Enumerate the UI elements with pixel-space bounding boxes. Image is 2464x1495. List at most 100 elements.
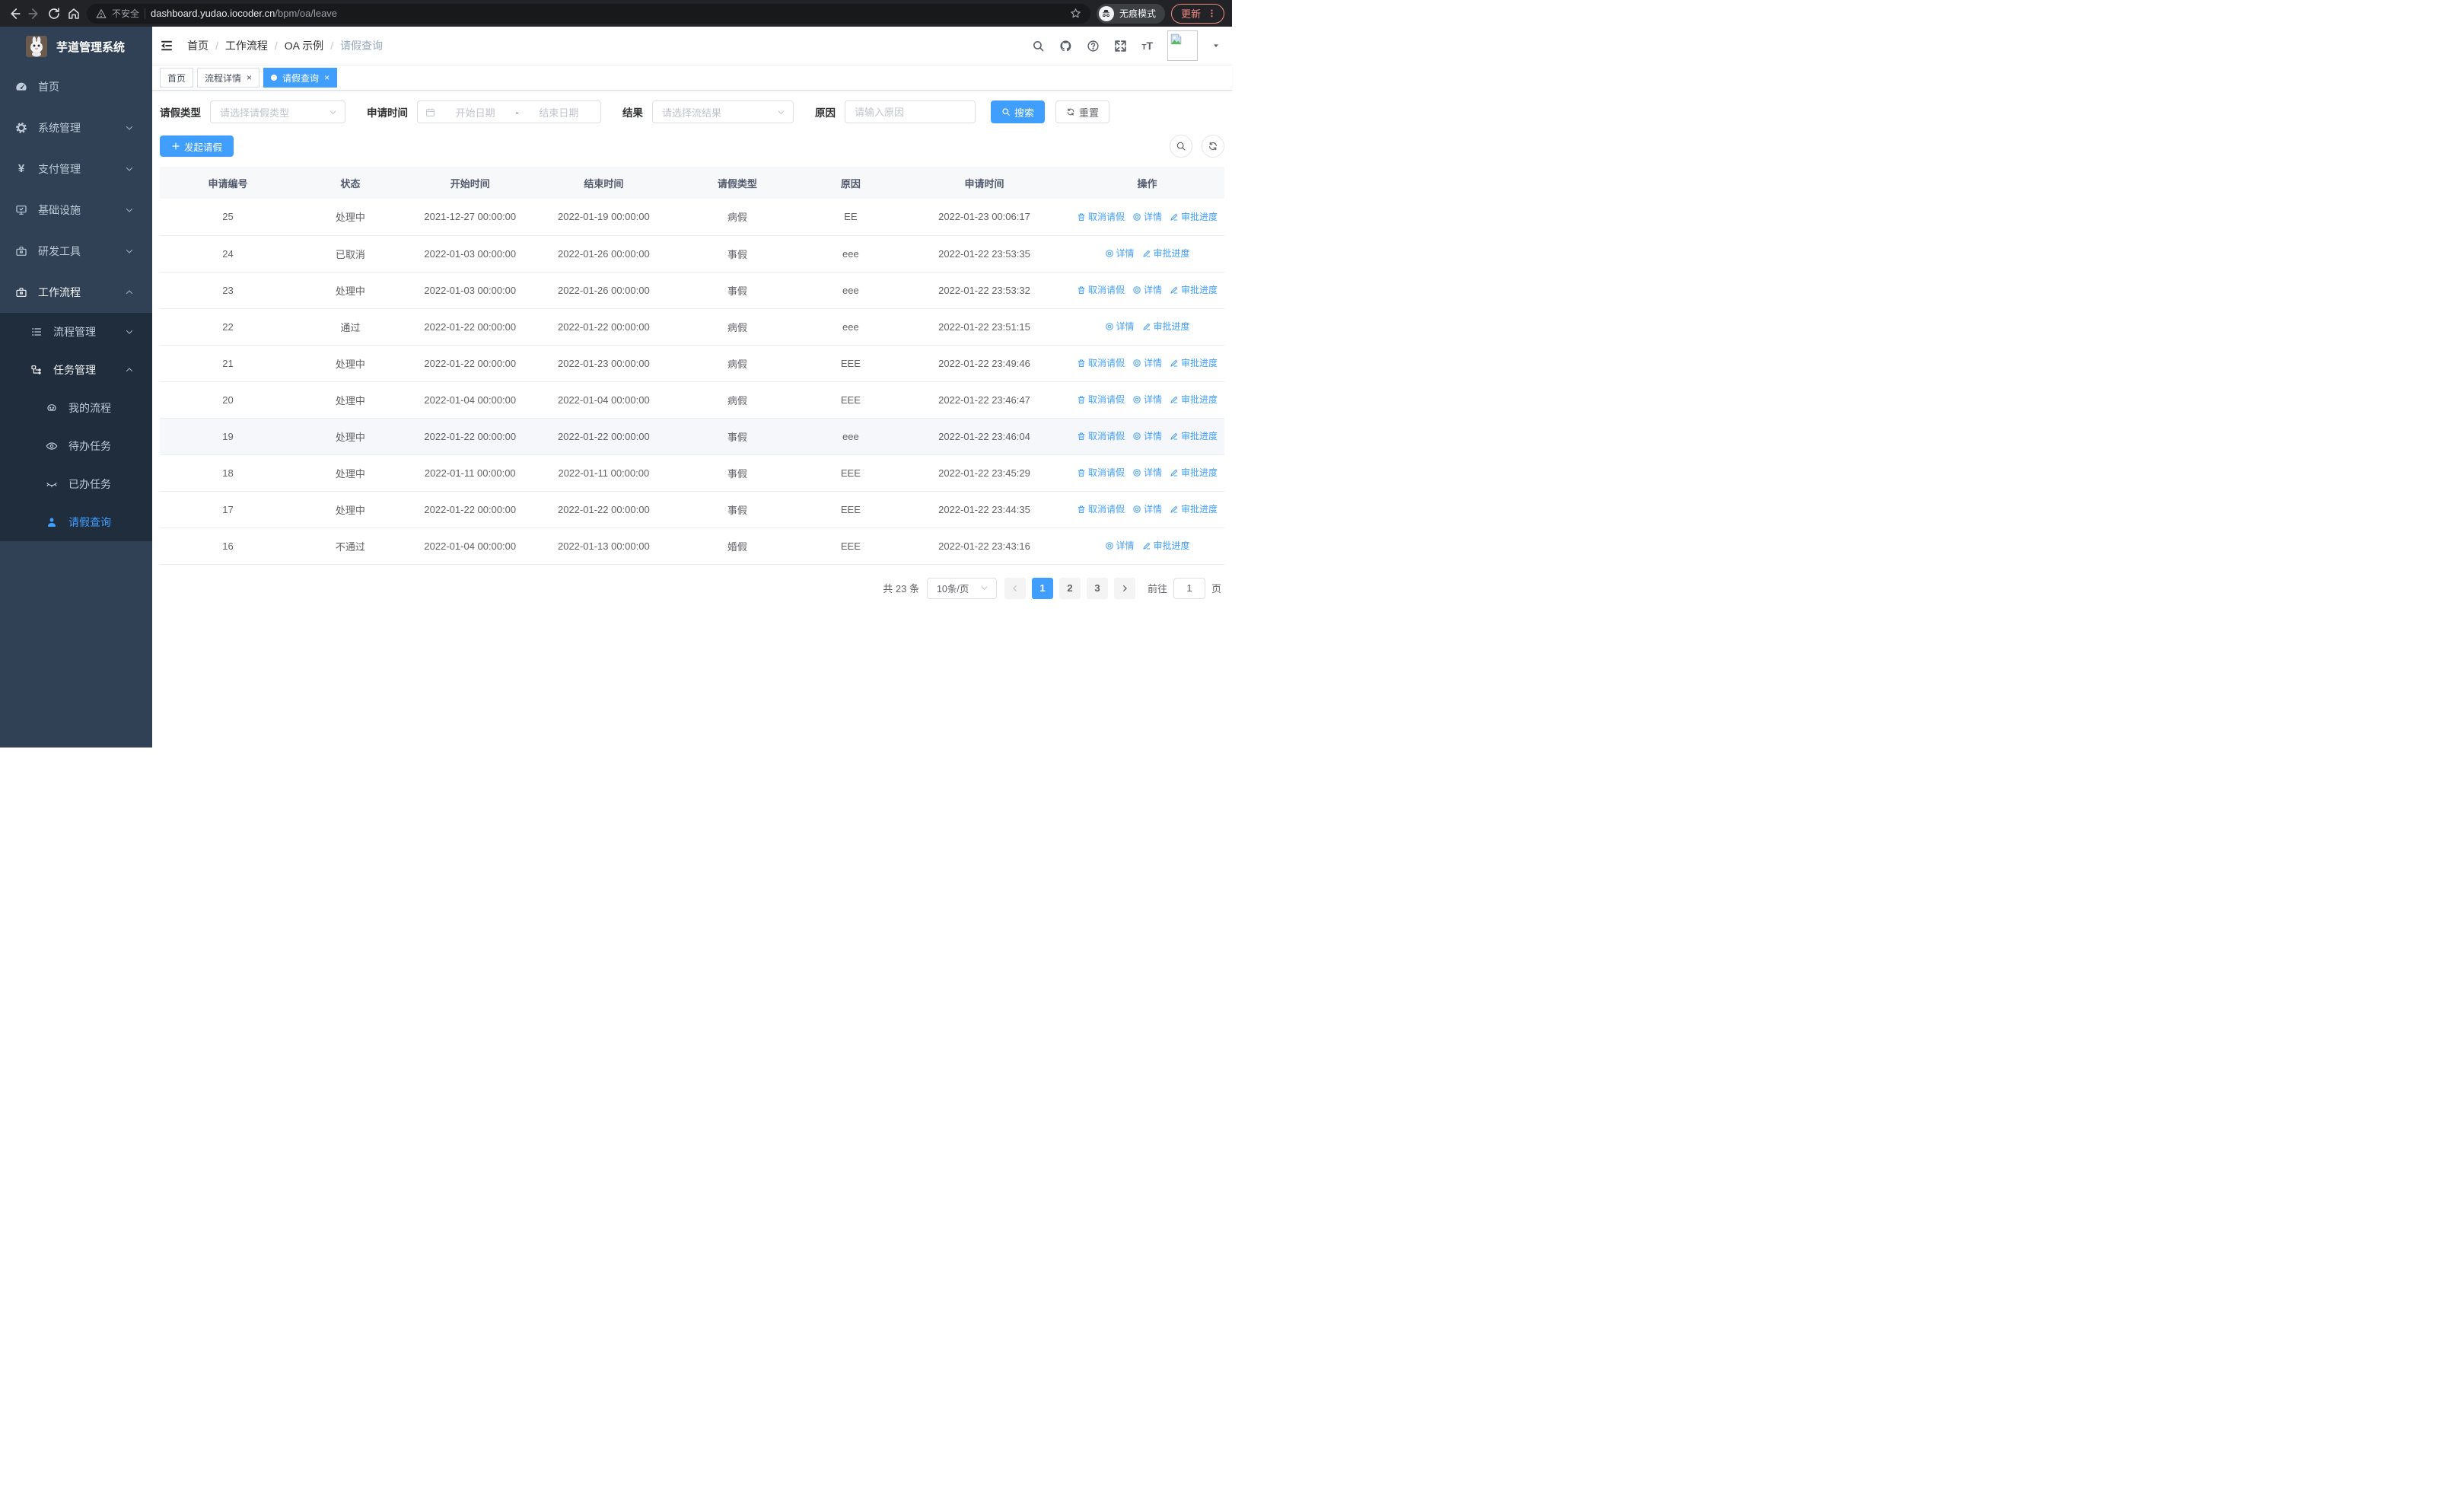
monitor-icon — [16, 206, 27, 215]
breadcrumb-home[interactable]: 首页 — [187, 38, 209, 53]
fullscreen-icon[interactable] — [1114, 40, 1127, 53]
browser-update-button[interactable]: 更新 — [1170, 3, 1224, 24]
table-row: 22 通过 2022-01-22 00:00:00 2022-01-22 00:00:… — [160, 308, 1224, 346]
create-leave-label: 发起请假 — [184, 142, 223, 153]
reason-input[interactable] — [855, 106, 966, 118]
cancel-leave-link[interactable]: 取消请假 — [1077, 356, 1125, 369]
close-icon[interactable]: × — [247, 73, 252, 82]
result-select[interactable]: 请选择流结果 — [652, 100, 794, 123]
approval-progress-link[interactable]: 审批进度 — [1142, 247, 1190, 260]
approval-progress-link[interactable]: 审批进度 — [1142, 320, 1190, 333]
search-button[interactable]: 搜索 — [991, 100, 1046, 123]
browser-menu-icon[interactable] — [1207, 8, 1217, 18]
cancel-leave-link[interactable]: 取消请假 — [1077, 393, 1125, 406]
sidebar-item-done-tasks[interactable]: 已办任务 — [0, 465, 152, 503]
page-size-select[interactable]: 10条/页 — [926, 577, 997, 599]
sidebar-item-my-process[interactable]: 我的流程 — [0, 389, 152, 427]
detail-link[interactable]: 详情 — [1132, 466, 1162, 479]
approval-progress-link[interactable]: 审批进度 — [1170, 502, 1218, 515]
approval-progress-link[interactable]: 审批进度 — [1170, 429, 1218, 442]
reason-input-wrap — [845, 100, 976, 123]
cancel-leave-link[interactable]: 取消请假 — [1077, 502, 1125, 515]
detail-link[interactable]: 详情 — [1132, 429, 1162, 442]
page-button-2[interactable]: 2 — [1059, 577, 1081, 599]
caret-down-icon[interactable] — [1212, 42, 1220, 49]
reload-icon[interactable] — [47, 7, 61, 21]
approval-progress-link[interactable]: 审批进度 — [1170, 466, 1218, 479]
filter-form: 请假类型 请选择请假类型 申请时间 开始日期 - 结束日期 结果 请选择流结果 … — [160, 100, 1224, 123]
tab-process-detail[interactable]: 流程详情 × — [197, 68, 260, 88]
next-page-button[interactable] — [1113, 577, 1135, 599]
app-logo-row[interactable]: 芋道管理系统 — [0, 27, 152, 66]
detail-link[interactable]: 详情 — [1105, 247, 1135, 260]
cell-reason: EEE — [802, 381, 899, 419]
toggle-search-button[interactable] — [1170, 135, 1192, 158]
sidebar-item-process-mgmt[interactable]: 流程管理 — [0, 313, 152, 351]
sidebar-item-task-mgmt[interactable]: 任务管理 — [0, 351, 152, 389]
cell-type: 婚假 — [671, 528, 803, 565]
col-actions: 操作 — [1070, 167, 1224, 199]
cell-start: 2022-01-22 00:00:00 — [404, 308, 536, 346]
cancel-leave-link[interactable]: 取消请假 — [1077, 429, 1125, 442]
approval-progress-link[interactable]: 审批进度 — [1170, 356, 1218, 369]
reset-button[interactable]: 重置 — [1055, 100, 1110, 123]
detail-link[interactable]: 详情 — [1132, 210, 1162, 223]
cancel-leave-link[interactable]: 取消请假 — [1077, 210, 1125, 223]
home-icon[interactable] — [67, 7, 81, 21]
help-icon[interactable] — [1087, 40, 1100, 53]
tab-leave-query[interactable]: 请假查询 × — [263, 68, 338, 88]
goto-page-input[interactable] — [1173, 577, 1205, 599]
url-bar[interactable]: 不安全 dashboard.yudao.iocoder.cn/bpm/oa/le… — [87, 3, 1090, 24]
detail-link[interactable]: 详情 — [1105, 320, 1135, 333]
avatar[interactable] — [1167, 30, 1198, 61]
create-leave-button[interactable]: 发起请假 — [160, 135, 234, 157]
sidebar-item-devtools[interactable]: 研发工具 — [0, 231, 152, 272]
sidebar-item-infra[interactable]: 基础设施 — [0, 190, 152, 231]
bookmark-star-icon[interactable] — [1070, 8, 1081, 19]
url-text[interactable]: dashboard.yudao.iocoder.cn/bpm/oa/leave — [151, 8, 337, 19]
workflow-submenu: 流程管理 任务管理 我的流程 待办任务 已办任务 请假查询 — [0, 313, 152, 541]
github-icon[interactable] — [1059, 40, 1072, 53]
search-button-label: 搜索 — [1014, 107, 1035, 119]
approval-progress-link[interactable]: 审批进度 — [1170, 210, 1218, 223]
breadcrumb-workflow[interactable]: 工作流程 — [225, 38, 268, 53]
table-row: 17 处理中 2022-01-22 00:00:00 2022-01-22 00:00… — [160, 491, 1224, 528]
tab-home[interactable]: 首页 — [160, 68, 194, 88]
approval-progress-link[interactable]: 审批进度 — [1170, 393, 1218, 406]
sidebar-item-system[interactable]: 系统管理 — [0, 107, 152, 148]
sidebar-item-label: 已办任务 — [68, 478, 111, 490]
pen-icon — [1170, 359, 1178, 367]
refresh-table-button[interactable] — [1202, 135, 1224, 158]
approval-progress-link[interactable]: 审批进度 — [1142, 539, 1190, 552]
page-button-3[interactable]: 3 — [1086, 577, 1108, 599]
cancel-leave-link[interactable]: 取消请假 — [1077, 283, 1125, 296]
font-size-icon[interactable]: TT — [1141, 40, 1153, 52]
cell-id: 22 — [160, 308, 297, 346]
forward-icon[interactable] — [27, 7, 41, 21]
approval-progress-link[interactable]: 审批进度 — [1170, 283, 1218, 296]
sidebar-item-home[interactable]: 首页 — [0, 66, 152, 107]
detail-link[interactable]: 详情 — [1132, 393, 1162, 406]
detail-link[interactable]: 详情 — [1132, 502, 1162, 515]
sidebar-item-leave-query[interactable]: 请假查询 — [0, 503, 152, 541]
sidebar-item-workflow[interactable]: 工作流程 — [0, 272, 152, 313]
detail-link[interactable]: 详情 — [1132, 283, 1162, 296]
back-icon[interactable] — [8, 7, 21, 21]
apply-time-range-picker[interactable]: 开始日期 - 结束日期 — [417, 100, 601, 123]
security-label[interactable]: 不安全 — [112, 7, 139, 20]
prev-page-button[interactable] — [1004, 577, 1026, 599]
detail-link[interactable]: 详情 — [1132, 356, 1162, 369]
close-icon[interactable]: × — [324, 73, 329, 82]
cell-applied: 2022-01-22 23:46:04 — [898, 418, 1071, 455]
sidebar-collapse-icon[interactable] — [160, 39, 173, 53]
detail-link[interactable]: 详情 — [1105, 539, 1135, 552]
sidebar-item-payment[interactable]: ¥ 支付管理 — [0, 148, 152, 190]
cancel-leave-link[interactable]: 取消请假 — [1077, 466, 1125, 479]
sidebar-item-label: 研发工具 — [38, 245, 81, 257]
breadcrumb-oa[interactable]: OA 示例 — [285, 38, 323, 53]
leave-type-select[interactable]: 请选择请假类型 — [210, 100, 345, 123]
sidebar-item-todo-tasks[interactable]: 待办任务 — [0, 427, 152, 465]
page-button-1[interactable]: 1 — [1031, 577, 1053, 599]
search-icon[interactable] — [1032, 40, 1045, 53]
toolbox-icon — [16, 247, 27, 256]
